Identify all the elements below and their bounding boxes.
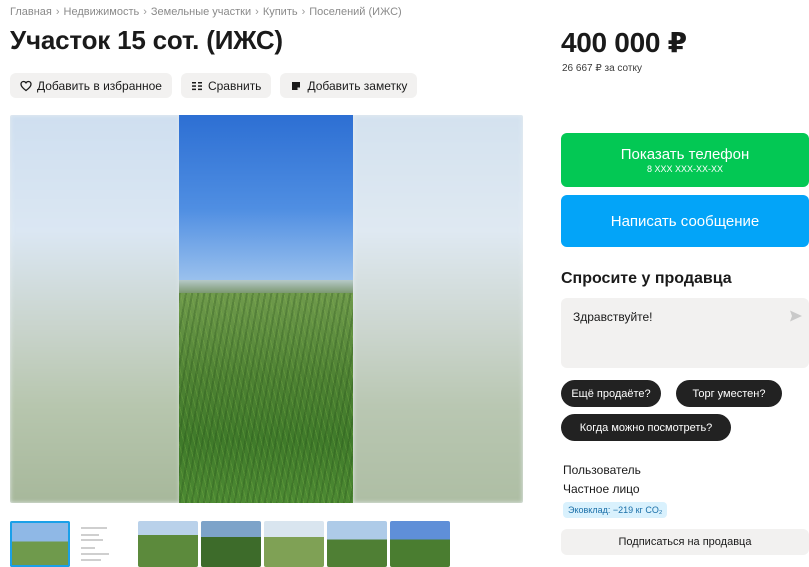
compare-label: Сравнить <box>207 78 262 93</box>
listing-actions: Добавить в избранное Сравнить Добавить з… <box>10 73 418 98</box>
ask-seller-input[interactable]: Здравствуйте! <box>561 298 809 368</box>
seller-type: Частное лицо <box>563 482 640 496</box>
thumbnail-2[interactable] <box>73 521 134 567</box>
doc-line <box>81 559 101 561</box>
quick-question-bargain[interactable]: Торг уместен? <box>676 380 782 407</box>
quick-question-still-selling[interactable]: Ещё продаёте? <box>561 380 661 407</box>
breadcrumb-separator: › <box>143 6 147 18</box>
ask-seller-title: Спросите у продавца <box>561 270 732 287</box>
add-note-button[interactable]: Добавить заметку <box>280 73 418 98</box>
price-per-sotka: 26 667 ₽ за сотку <box>562 63 642 74</box>
page-title: Участок 15 сот. (ИЖС) <box>10 25 283 55</box>
thumbnail-1[interactable] <box>10 521 70 567</box>
add-to-favorites-label: Добавить в избранное <box>37 78 162 93</box>
doc-line <box>81 553 109 555</box>
breadcrumb-real-estate[interactable]: Недвижимость <box>64 6 140 18</box>
breadcrumb: Главная › Недвижимость › Земельные участки › К… <box>10 6 402 18</box>
thumbnail-3[interactable] <box>138 521 198 567</box>
photo-field <box>179 293 353 503</box>
doc-line <box>81 527 107 529</box>
price: 400 000 ₽ <box>561 27 687 58</box>
compare-button[interactable]: Сравнить <box>180 73 272 98</box>
send-icon[interactable] <box>789 309 803 323</box>
gallery-blur-left <box>10 115 180 503</box>
show-phone-label: Показать телефон <box>620 146 750 163</box>
write-message-button[interactable]: Написать сообщение <box>561 195 809 247</box>
thumbnail-5[interactable] <box>264 521 324 567</box>
subscribe-to-seller-button[interactable]: Подписаться на продавца <box>561 529 809 555</box>
thumbnail-strip <box>10 521 450 567</box>
breadcrumb-separator: › <box>55 6 60 18</box>
add-to-favorites-button[interactable]: Добавить в избранное <box>10 73 172 98</box>
breadcrumb-settlements[interactable]: Поселений (ИЖС) <box>309 6 401 18</box>
photo-gallery[interactable] <box>10 115 523 503</box>
breadcrumb-buy[interactable]: Купить <box>263 6 298 18</box>
seller-name[interactable]: Пользователь <box>563 463 641 477</box>
note-icon <box>290 80 302 92</box>
thumbnail-6[interactable] <box>327 521 387 567</box>
breadcrumb-separator: › <box>255 6 259 18</box>
main-photo[interactable] <box>179 115 353 503</box>
thumbnail-4[interactable] <box>201 521 261 567</box>
compare-icon <box>191 80 203 92</box>
doc-line <box>81 539 103 541</box>
photo-sky <box>179 115 353 285</box>
doc-line <box>81 547 95 549</box>
eco-contribution-badge[interactable]: Эковклад: −219 кг CO₂ <box>563 502 668 518</box>
breadcrumb-land-plots[interactable]: Земельные участки <box>151 6 251 18</box>
masked-phone: 8 XXX XXX-XX-XX <box>646 164 724 174</box>
add-note-label: Добавить заметку <box>307 78 408 93</box>
doc-line <box>81 534 99 536</box>
breadcrumb-home[interactable]: Главная <box>10 6 52 18</box>
gallery-blur-right <box>353 115 523 503</box>
thumbnail-7[interactable] <box>390 521 450 567</box>
heart-icon <box>20 80 32 92</box>
breadcrumb-separator: › <box>301 6 306 18</box>
show-phone-button[interactable]: Показать телефон 8 XXX XXX-XX-XX <box>561 133 809 187</box>
quick-question-viewing[interactable]: Когда можно посмотреть? <box>561 414 731 441</box>
